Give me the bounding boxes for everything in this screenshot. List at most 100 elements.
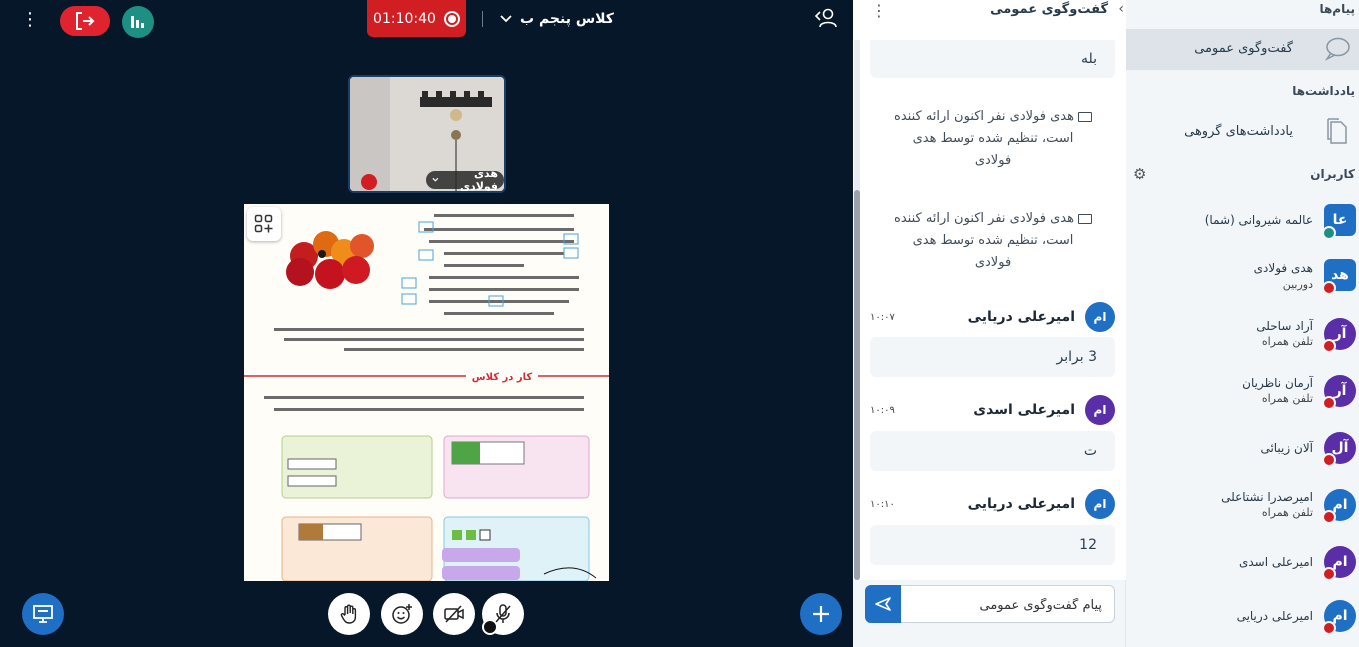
chat-panel: ‹ گفت‌وگوی عمومی ⋮ بله هدی فولادی نفر اک… bbox=[853, 0, 1126, 647]
gear-icon[interactable]: ⚙ bbox=[1133, 165, 1146, 183]
send-icon bbox=[875, 597, 891, 611]
chat-message: 3 برابر bbox=[870, 337, 1115, 377]
user-name: عالمه شیروانی (شما) bbox=[1204, 213, 1313, 227]
user-list-item[interactable]: آل آلان زیبائی bbox=[1126, 424, 1359, 480]
shared-notes-item[interactable]: یادداشت‌های گروهی bbox=[1126, 112, 1359, 152]
multi-user-whiteboard-icon bbox=[254, 214, 273, 233]
recording-time: 01:10:40 bbox=[373, 10, 436, 27]
user-name: آراد ساحلی bbox=[1256, 319, 1313, 333]
user-device: تلفن همراه bbox=[1261, 335, 1313, 348]
chat-message-text: 3 برابر bbox=[1056, 349, 1097, 365]
user-list-item[interactable]: عا عالمه شیروانی (شما) bbox=[1126, 200, 1359, 256]
chevron-down-icon bbox=[500, 15, 512, 23]
slide-image: کار در کلاس bbox=[244, 204, 609, 581]
muted-mic-icon bbox=[1322, 621, 1336, 635]
user-list-sidebar: پیام‌ها گفت‌وگوی عمومی یادداشت‌ها یادداش… bbox=[1126, 0, 1359, 647]
recording-indicator[interactable]: 01:10:40 bbox=[367, 0, 466, 37]
user-name: هدی فولادی bbox=[1253, 261, 1313, 275]
system-message: هدی فولادی نفر اکنون ارائه کننده است، تن… bbox=[893, 106, 1093, 172]
chat-message-text: ت bbox=[1083, 443, 1097, 459]
webcam-name-text: هدی فولادی bbox=[459, 167, 498, 193]
user-list-toggle[interactable] bbox=[814, 8, 840, 30]
raise-hand-button[interactable] bbox=[328, 593, 370, 635]
avatar: ام bbox=[1085, 302, 1115, 332]
chat-message-input[interactable] bbox=[912, 595, 1102, 615]
presentation-area: ⋮ 01:10:40 کلاس پنجم ب هدی فولادی کار در… bbox=[0, 0, 853, 647]
users-section-title: کاربران bbox=[1310, 167, 1355, 181]
avatar: ام bbox=[1085, 489, 1115, 519]
messages-section-title: پیام‌ها bbox=[1319, 2, 1355, 16]
muted-mic-icon bbox=[1322, 453, 1336, 467]
chat-bubbles-icon bbox=[1324, 37, 1350, 61]
headset-icon bbox=[1322, 226, 1336, 240]
meeting-title[interactable]: کلاس پنجم ب bbox=[500, 8, 614, 30]
avatar: ام bbox=[1085, 395, 1115, 425]
user-device: تلفن همراه bbox=[1261, 506, 1313, 519]
chat-message-header: ام امیرعلی اسدی ۱۰:۰۹ bbox=[870, 395, 1115, 429]
multi-user-whiteboard-button[interactable] bbox=[247, 207, 281, 241]
notes-icon bbox=[1327, 118, 1347, 144]
system-message: هدی فولادی نفر اکنون ارائه کننده است، تن… bbox=[893, 208, 1093, 274]
camera-off-icon bbox=[444, 605, 464, 623]
user-name: امیرعلی دریایی bbox=[1236, 609, 1313, 623]
chat-message-text: بله bbox=[1080, 51, 1097, 67]
smiley-plus-icon bbox=[392, 604, 412, 624]
chat-input-wrapper bbox=[865, 585, 1115, 623]
chat-scrollbar-thumb[interactable] bbox=[854, 190, 860, 580]
user-list-item[interactable]: ام امیرصدرا نشتاعلی تلفن همراه bbox=[1126, 481, 1359, 537]
presentation-toggle-button[interactable] bbox=[22, 593, 64, 635]
muted-mic-icon bbox=[1322, 396, 1336, 410]
notes-section-title: یادداشت‌ها bbox=[1292, 84, 1355, 98]
camera-toggle-button[interactable] bbox=[433, 593, 475, 635]
presenter-icon bbox=[1077, 111, 1092, 122]
chat-options-icon[interactable]: ⋮ bbox=[871, 1, 887, 20]
webcam-tile[interactable]: هدی فولادی bbox=[348, 75, 506, 193]
public-chat-label: گفت‌وگوی عمومی bbox=[1194, 41, 1293, 56]
message-author: امیرعلی دریایی bbox=[967, 496, 1075, 512]
user-list-item[interactable]: ام امیرعلی اسدی bbox=[1126, 538, 1359, 594]
user-list-item[interactable]: آر آرمان ناظریان تلفن همراه bbox=[1126, 367, 1359, 423]
user-list-item[interactable]: ام امیرعلی دریایی bbox=[1126, 592, 1359, 647]
message-time: ۱۰:۰۷ bbox=[870, 312, 895, 323]
leave-icon bbox=[76, 12, 95, 30]
public-chat-item[interactable]: گفت‌وگوی عمومی bbox=[1126, 29, 1359, 70]
chat-message-text: 12 bbox=[1079, 537, 1097, 553]
learning-dashboard-button[interactable] bbox=[122, 6, 154, 38]
message-time: ۱۰:۰۹ bbox=[870, 405, 895, 416]
user-list-item[interactable]: هد هدی فولادی دوربین bbox=[1126, 253, 1359, 309]
webcam-name-label[interactable]: هدی فولادی bbox=[426, 167, 504, 191]
chat-message-header: ام امیرعلی دریایی ۱۰:۱۰ bbox=[870, 489, 1115, 523]
leave-meeting-button[interactable] bbox=[60, 6, 110, 36]
muted-mic-icon bbox=[1322, 567, 1336, 581]
audio-settings-icon[interactable] bbox=[482, 619, 498, 635]
record-icon bbox=[443, 10, 460, 27]
chevron-down-icon bbox=[432, 177, 439, 182]
chat-header: ‹ گفت‌وگوی عمومی ⋮ bbox=[853, 0, 1126, 40]
chat-message: ت bbox=[870, 431, 1115, 471]
user-list-icon bbox=[814, 8, 837, 28]
hand-icon bbox=[340, 604, 357, 624]
muted-mic-icon bbox=[1322, 281, 1336, 295]
muted-mic-icon bbox=[361, 174, 377, 190]
options-icon[interactable]: ⋮ bbox=[20, 8, 40, 32]
divider bbox=[482, 11, 483, 27]
user-device: تلفن همراه bbox=[1261, 392, 1313, 405]
user-name: امیرصدرا نشتاعلی bbox=[1221, 490, 1313, 504]
actions-button[interactable] bbox=[800, 593, 842, 635]
bar-chart-icon bbox=[131, 16, 144, 28]
shared-notes-label: یادداشت‌های گروهی bbox=[1184, 124, 1293, 139]
send-message-button[interactable] bbox=[865, 585, 901, 623]
chat-title: گفت‌وگوی عمومی bbox=[990, 2, 1108, 17]
user-name: آلان زیبائی bbox=[1260, 441, 1313, 455]
muted-mic-icon bbox=[1322, 510, 1336, 524]
presentation-slide[interactable]: کار در کلاس bbox=[244, 204, 609, 581]
user-name: امیرعلی اسدی bbox=[1238, 555, 1313, 569]
reactions-button[interactable] bbox=[381, 593, 423, 635]
message-time: ۱۰:۱۰ bbox=[870, 499, 895, 510]
chevron-left-icon[interactable]: ‹ bbox=[1118, 1, 1124, 17]
presentation-icon bbox=[33, 605, 53, 623]
mic-toggle-button[interactable] bbox=[482, 593, 524, 635]
user-list-item[interactable]: آر آراد ساحلی تلفن همراه bbox=[1126, 310, 1359, 366]
system-message-text: هدی فولادی نفر اکنون ارائه کننده است، تن… bbox=[894, 109, 1074, 168]
message-author: امیرعلی دریایی bbox=[967, 309, 1075, 325]
